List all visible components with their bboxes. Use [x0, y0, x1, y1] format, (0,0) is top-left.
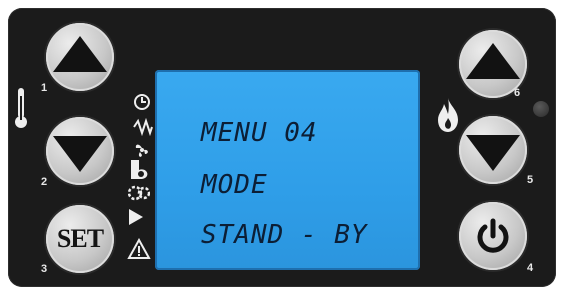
- set-button-label: SET: [56, 224, 104, 253]
- warning-icon: [127, 238, 151, 259]
- set-button[interactable]: SET: [46, 205, 114, 273]
- button-number-4: 4: [527, 262, 534, 274]
- button-number-5: 5: [527, 174, 534, 186]
- b-icon: [131, 160, 148, 179]
- lcd-line-mode: MODE: [201, 170, 268, 200]
- triangle-down-icon: [53, 136, 107, 172]
- status-led: [533, 101, 549, 117]
- button-number-1: 1: [41, 82, 48, 94]
- button-number-2: 2: [41, 176, 48, 188]
- lcd-line-menu: MENU 04: [201, 118, 318, 148]
- down-button-left[interactable]: [46, 117, 114, 185]
- triangle-down-icon: [466, 135, 520, 171]
- down-button-right[interactable]: [459, 116, 527, 184]
- thermometer-icon: [15, 88, 27, 128]
- button-number-6: 6: [514, 87, 521, 99]
- gear-icon: [128, 185, 150, 201]
- flame-icon: [438, 98, 458, 132]
- up-button-left[interactable]: [46, 23, 114, 91]
- triangle-up-icon: [53, 36, 107, 72]
- lcd-line-status: STAND - BY: [201, 220, 368, 250]
- play-icon: [129, 209, 143, 225]
- fan-icon: [135, 144, 148, 157]
- power-button[interactable]: [459, 202, 527, 270]
- zigzag-icon: [133, 118, 153, 136]
- clock-icon: [134, 94, 150, 110]
- lcd-display: MENU 04 MODE STAND - BY: [155, 70, 420, 270]
- power-icon: [477, 218, 509, 253]
- button-number-3: 3: [41, 263, 48, 275]
- triangle-up-icon: [466, 43, 520, 79]
